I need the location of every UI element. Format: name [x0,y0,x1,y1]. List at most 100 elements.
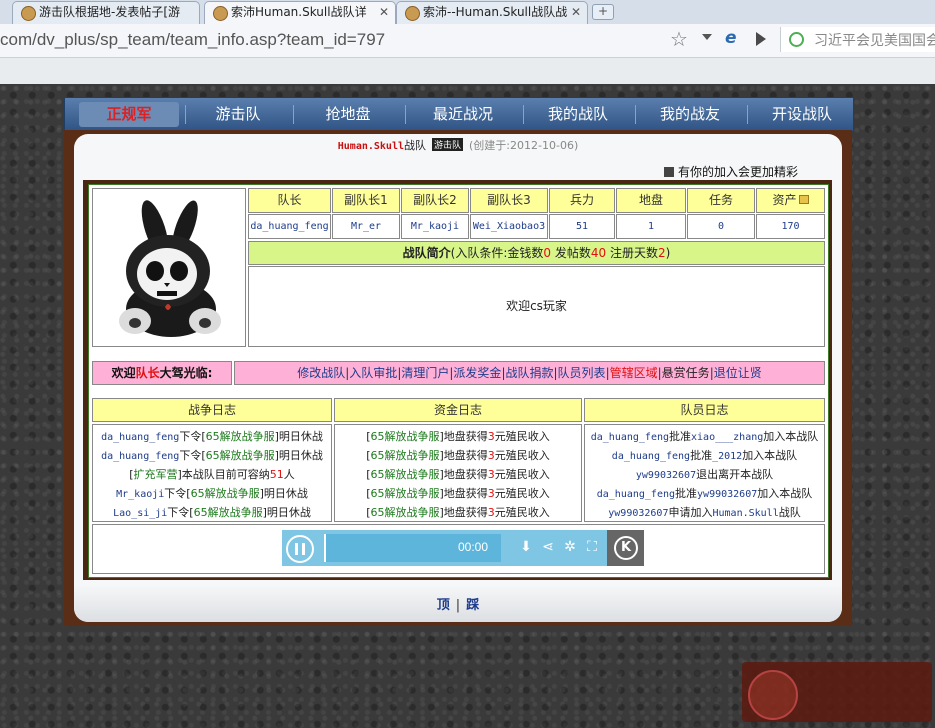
browser-tab-2[interactable]: 索沛Human.Skull战队详 ✕ [204,1,396,24]
log-text: ]地盘获得 [439,430,488,443]
log-user[interactable]: da_huang_feng [597,489,675,500]
upvote-link[interactable]: 顶 [437,598,450,613]
log-tag[interactable]: 65解放战争服 [206,449,275,462]
share-icon[interactable]: ⋖ [540,539,556,555]
header-assets-label: 资产 [772,193,797,207]
list-item: [65解放战争服]地盘获得3元殖民收入 [335,466,581,482]
log-user[interactable]: _2012 [712,451,742,462]
welcome-role: 队长 [135,366,160,380]
url-field[interactable]: com/dv_plus/sp_team/team_info.asp?team_i… [0,29,700,51]
nav-item-wodezhandui[interactable]: 我的战队 [528,98,628,131]
new-tab-button[interactable]: + [592,4,614,20]
cond-posts-label: 发帖数 [554,246,591,260]
nav-item-zuijinzhankuang[interactable]: 最近战况 [410,98,516,131]
fund-log-header: 资金日志 [334,398,582,422]
log-tag[interactable]: 65解放战争服 [371,430,440,443]
value-leader[interactable]: da_huang_feng [248,214,331,239]
favicon-icon [213,6,228,21]
log-team[interactable]: Human.Skull [712,508,778,519]
log-user[interactable]: Mr_kaoji [116,489,164,500]
star-icon[interactable]: ☆ [670,27,688,51]
cond-money-value: 0 [543,246,552,260]
nav-item-kaishezhandui[interactable]: 开设战队 [752,98,852,131]
browser-tab-1[interactable]: 游击队根据地-发表帖子[游 [12,1,200,24]
log-tag[interactable]: 65解放战争服 [194,506,263,519]
nav-item-wodezhanyou[interactable]: 我的战友 [640,98,740,131]
war-log: da_huang_feng下令[65解放战争服]明日休战 da_huang_fe… [92,424,332,522]
fullscreen-icon[interactable]: ⛶ [584,539,600,555]
dropdown-arrow-icon[interactable] [702,34,712,40]
play-icon[interactable] [756,32,766,46]
action-managed-areas[interactable]: 管辖区域 [610,366,658,380]
action-abdicate[interactable]: 退位让贤 [714,366,762,380]
ie-compat-icon[interactable]: e [725,28,737,48]
close-icon[interactable]: ✕ [571,2,581,23]
log-text: 战队 [778,506,801,519]
nav-item-qiangdipan[interactable]: 抢地盘 [298,98,398,131]
action-edit-team[interactable]: 修改战队 [297,366,345,380]
log-text: 退出离开本战队 [696,468,774,481]
close-icon[interactable]: ✕ [379,2,389,23]
nav-item-youjidui[interactable]: 游击队 [190,98,286,131]
log-text: 元殖民收入 [494,430,550,443]
log-user[interactable]: xiao___zhang [691,432,763,443]
action-distribute-bonus[interactable]: 派发奖金 [453,366,501,380]
list-item: da_huang_feng批准xiao___zhang加入本战队 [585,428,824,444]
player-logo-button[interactable]: K [607,530,644,566]
log-number: 3 [487,468,495,481]
action-member-list[interactable]: 队员列表 [558,366,606,380]
action-donate[interactable]: 战队捐款 [505,366,553,380]
player-logo-icon: K [614,536,638,560]
log-tag[interactable]: 65解放战争服 [371,487,440,500]
action-bounty-tasks[interactable]: 悬赏任务 [662,366,710,380]
log-text: 加入本战队 [742,449,798,462]
log-user[interactable]: da_huang_feng [101,451,179,462]
intro-title: 战队简介 [402,246,451,260]
settings-icon[interactable]: ✲ [562,539,578,555]
welcome-post: 大驾光临: [159,366,213,380]
header-troops: 兵力 [549,188,615,213]
log-user[interactable]: yw99032607 [697,489,757,500]
log-text: ]地盘获得 [439,449,488,462]
log-text: ]明日休战 [274,449,323,462]
nav-item-zhengguijun[interactable]: 正规军 [79,102,179,127]
welcome-pre: 欢迎 [111,366,136,380]
log-tag[interactable]: 65解放战争服 [191,487,260,500]
coin-icon [798,195,809,204]
log-tag[interactable]: 扩充军营 [134,468,178,481]
value-vice2[interactable]: Mr_kaoji [401,214,469,239]
log-user[interactable]: yw99032607 [636,470,696,481]
action-approve-join[interactable]: 入队审批 [349,366,397,380]
cond-days-label: 注册天数 [610,246,659,260]
action-clean-members[interactable]: 清理门户 [401,366,449,380]
log-tag[interactable]: 65解放战争服 [371,449,440,462]
team-type-badge: 游击队 [432,138,464,151]
log-tag[interactable]: 65解放战争服 [206,430,275,443]
downvote-link[interactable]: 踩 [466,598,479,613]
download-icon[interactable]: ⬇ [518,539,534,555]
team-name: Human.Skull [337,141,404,152]
browser-tab-3[interactable]: 索沛--Human.Skull战队战 ✕ [396,1,588,24]
log-tag[interactable]: 65解放战争服 [371,506,440,519]
value-vice3[interactable]: Wei_Xiaobao3 [470,214,548,239]
team-actions: 修改战队|入队审批|清理门户|派发奖金|战队捐款|队员列表|管辖区域|悬赏任务|… [234,361,825,385]
log-user[interactable]: Lao_si_ji [113,508,167,519]
log-tag[interactable]: 65解放战争服 [371,468,440,481]
log-user[interactable]: yw99032607 [608,508,668,519]
log-text: ]明日休战 [274,430,323,443]
join-message-text: 有你的加入会更加精彩 [678,165,799,179]
log-text: ]本战队目前可容纳 [177,468,270,481]
header-tasks: 任务 [687,188,755,213]
team-suffix: 战队 [404,139,426,152]
log-user[interactable]: da_huang_feng [591,432,669,443]
list-item: [65解放战争服]地盘获得3元殖民收入 [335,504,581,520]
log-number: 3 [487,449,495,462]
log-number: 51 [269,468,284,481]
pause-icon[interactable] [286,535,314,563]
cond-money-label: 金钱数 [507,246,544,260]
log-user[interactable]: da_huang_feng [612,451,690,462]
log-text: 人 [283,468,295,481]
log-user[interactable]: da_huang_feng [101,432,179,443]
value-vice1[interactable]: Mr_er [332,214,400,239]
search-box[interactable]: 习近平会见美国国会 [780,27,935,52]
